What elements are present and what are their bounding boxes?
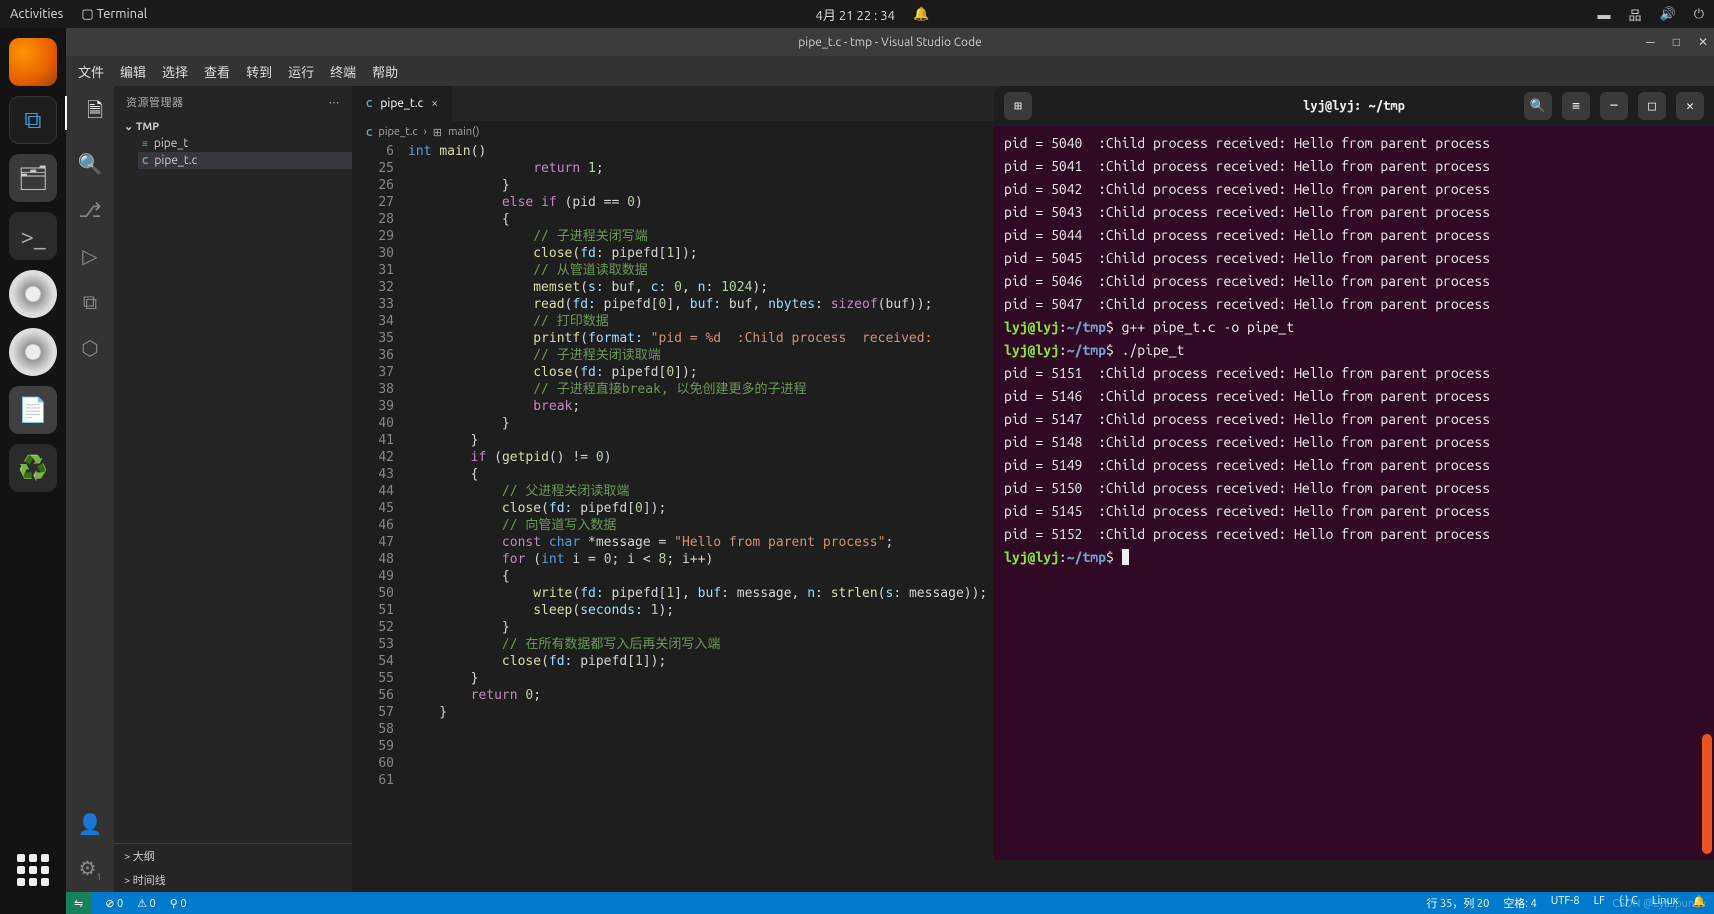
vscode-titlebar[interactable]: pipe_t.c - tmp - Visual Studio Code ─ □ … <box>66 28 1714 56</box>
network-icon[interactable]: 品 <box>1628 5 1641 24</box>
tab-pipe_t-c[interactable]: C pipe_t.c × <box>352 86 453 121</box>
breadcrumb-fn[interactable]: main() <box>448 126 480 138</box>
power-icon[interactable]: ⏻ <box>1694 7 1704 22</box>
dock-vscode-icon[interactable]: ⧉ <box>9 96 57 144</box>
outline-section[interactable]: > 大纲 <box>114 844 352 868</box>
menu-file[interactable]: 文件 <box>78 62 104 81</box>
clock[interactable]: 4月 21 22 : 34 <box>816 5 895 24</box>
term-maximize-icon[interactable]: □ <box>1638 92 1666 120</box>
menu-view[interactable]: 查看 <box>204 62 230 81</box>
new-tab-icon[interactable]: ⊞ <box>1004 92 1032 120</box>
eol[interactable]: LF <box>1594 895 1605 911</box>
cursor-position[interactable]: 行 35，列 20 <box>1426 895 1489 911</box>
minimize-icon[interactable]: ─ <box>1646 35 1655 49</box>
account-icon[interactable]: 👤 <box>66 812 114 836</box>
watermark: CSDN @LyaJpunov <box>1612 898 1706 910</box>
statusbar: ⇋ ⊘ 0 ⚠ 0 ⚲ 0 行 35，列 20 空格: 4 UTF-8 LF {… <box>66 892 1714 914</box>
gnome-terminal-window: ⊞ lyj@lyj: ~/tmp 🔍 ≡ ─ □ ✕ pid = 5040 :C… <box>994 86 1714 860</box>
sidebar-title: 资源管理器 <box>126 94 184 110</box>
menu-terminal[interactable]: 终端 <box>330 62 356 81</box>
window-title: pipe_t.c - tmp - Visual Studio Code <box>798 36 981 49</box>
timeline-section[interactable]: > 时间线 <box>114 868 352 892</box>
explorer-sidebar: 资源管理器 ⋯ ⌄ TMP ≡ pipe_t C pipe_t.c > 大纲 >… <box>114 86 352 892</box>
remote-icon[interactable]: ⬡ <box>66 336 114 360</box>
notification-icon[interactable]: 🔔 <box>913 7 929 22</box>
terminal-scrollbar[interactable] <box>1702 150 1712 854</box>
file-item-pipe_t[interactable]: ≡ pipe_t <box>138 135 352 152</box>
battery-icon: ▬ <box>1597 7 1610 22</box>
menu-goto[interactable]: 转到 <box>246 62 272 81</box>
scm-icon[interactable]: ⎇ <box>66 198 114 222</box>
activities-button[interactable]: Activities <box>10 7 63 21</box>
gnome-top-bar: Activities ▢ Terminal 4月 21 22 : 34 🔔 ▬ … <box>0 0 1714 28</box>
vscode-menubar: 文件 编辑 选择 查看 转到 运行 终端 帮助 <box>66 56 1714 86</box>
search-icon[interactable]: 🔍 <box>1524 92 1552 120</box>
file-label: pipe_t <box>154 137 188 150</box>
show-apps-icon[interactable] <box>9 846 57 894</box>
tab-close-icon[interactable]: × <box>431 97 438 110</box>
extensions-icon[interactable]: ⧉ <box>66 290 114 314</box>
dock-files-icon[interactable]: 🗂 <box>9 154 57 202</box>
hamburger-icon[interactable]: ≡ <box>1562 92 1590 120</box>
terminal-body[interactable]: pid = 5040 :Child process received: Hell… <box>994 126 1714 860</box>
search-icon[interactable]: 🔍 <box>66 152 114 176</box>
remote-button[interactable]: ⇋ <box>66 892 91 914</box>
debug-icon[interactable]: ▷ <box>66 244 114 268</box>
breadcrumb-file[interactable]: pipe_t.c <box>378 126 417 138</box>
c-file-icon: C <box>366 98 372 109</box>
indent-setting[interactable]: 空格: 4 <box>1503 895 1536 911</box>
dock-terminal-icon[interactable]: >_ <box>9 212 57 260</box>
menu-run[interactable]: 运行 <box>288 62 314 81</box>
menu-edit[interactable]: 编辑 <box>120 62 146 81</box>
warnings-count[interactable]: ⚠ 0 <box>137 897 156 910</box>
file-item-pipe_t-c[interactable]: C pipe_t.c <box>138 152 352 169</box>
dock-text-editor-icon[interactable]: 📄 <box>9 386 57 434</box>
dock-trash-icon[interactable]: ♻️ <box>9 444 57 492</box>
close-icon[interactable]: ✕ <box>1698 35 1708 49</box>
ubuntu-dock: ⧉ 🗂 >_ 📄 ♻️ <box>0 28 66 914</box>
breadcrumb-sep: › <box>424 126 427 138</box>
c-file-icon: C <box>366 127 372 138</box>
dock-firefox-icon[interactable] <box>9 38 57 86</box>
explorer-icon[interactable]: 🗎 <box>65 96 113 130</box>
app-menu[interactable]: ▢ Terminal <box>81 7 147 22</box>
activity-bar: 🗎 🔍 ⎇ ▷ ⧉ ⬡ 👤 ⚙1 <box>66 86 114 892</box>
sidebar-more-icon[interactable]: ⋯ <box>329 96 341 109</box>
menu-help[interactable]: 帮助 <box>372 62 398 81</box>
encoding[interactable]: UTF-8 <box>1551 895 1580 911</box>
radio-count[interactable]: ⚲ 0 <box>170 897 187 910</box>
tab-label: pipe_t.c <box>380 97 423 110</box>
gear-icon[interactable]: ⚙1 <box>66 856 114 882</box>
file-label: pipe_t.c <box>154 154 197 167</box>
vscode-window: pipe_t.c - tmp - Visual Studio Code ─ □ … <box>66 28 1714 914</box>
function-icon: ⊞ <box>433 126 442 139</box>
terminal-header[interactable]: ⊞ lyj@lyj: ~/tmp 🔍 ≡ ─ □ ✕ <box>994 86 1714 126</box>
menu-select[interactable]: 选择 <box>162 62 188 81</box>
volume-icon[interactable]: 🔊 <box>1660 7 1676 22</box>
dock-disc1-icon[interactable] <box>9 270 57 318</box>
editor-area: C pipe_t.c × C pipe_t.c › ⊞ main() 62526… <box>352 86 1714 892</box>
term-minimize-icon[interactable]: ─ <box>1600 92 1628 120</box>
dock-disc2-icon[interactable] <box>9 328 57 376</box>
maximize-icon[interactable]: □ <box>1673 35 1680 49</box>
errors-count[interactable]: ⊘ 0 <box>105 897 123 910</box>
c-file-icon: C <box>142 155 148 166</box>
binary-file-icon: ≡ <box>142 138 148 150</box>
term-close-icon[interactable]: ✕ <box>1676 92 1704 120</box>
folder-header[interactable]: ⌄ TMP <box>114 118 352 135</box>
